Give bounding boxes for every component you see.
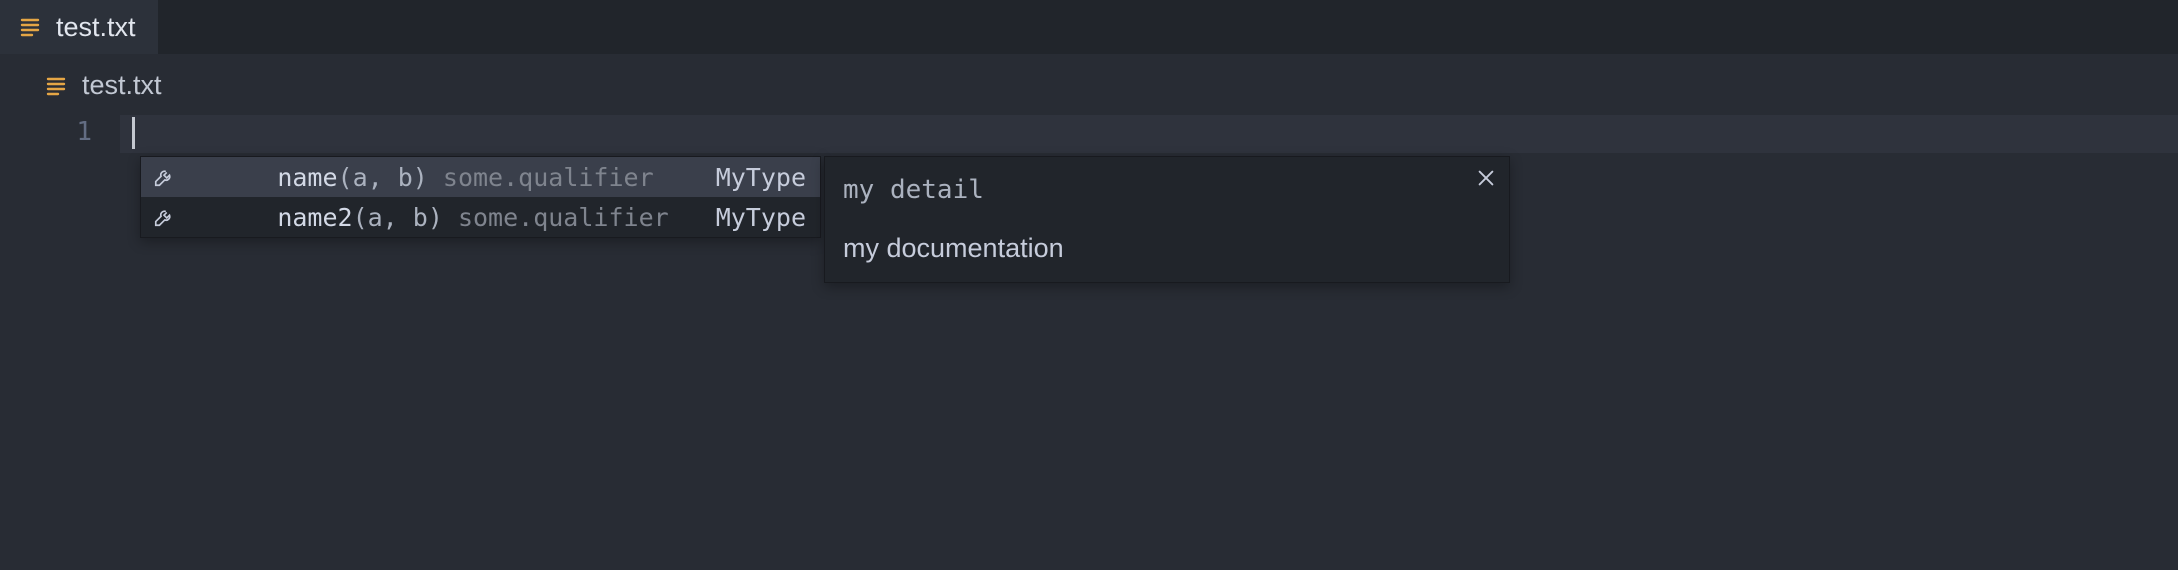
- suggestion-list[interactable]: name(a, b) some.qualifier MyType name2(a…: [140, 156, 821, 238]
- close-button[interactable]: [1475, 167, 1497, 189]
- breadcrumb[interactable]: test.txt: [0, 54, 2178, 115]
- suggestion-type: MyType: [716, 163, 806, 192]
- wrench-icon: [153, 166, 175, 188]
- suggestion-details: my detail my documentation: [824, 156, 1510, 283]
- line-number: 1: [0, 117, 92, 147]
- gutter: 1: [0, 115, 120, 147]
- file-text-icon: [18, 15, 42, 39]
- suggestion-detail-text: my detail: [843, 169, 1491, 205]
- close-icon: [1475, 167, 1497, 189]
- tab-title: test.txt: [56, 12, 136, 43]
- suggestion-label: name2(a, b) some.qualifier: [187, 174, 669, 261]
- wrench-icon: [153, 206, 175, 228]
- suggestion-item[interactable]: name2(a, b) some.qualifier MyType: [141, 197, 820, 237]
- suggestion-type: MyType: [716, 203, 806, 232]
- tab-bar: test.txt: [0, 0, 2178, 54]
- suggestion-documentation: my documentation: [843, 233, 1491, 264]
- breadcrumb-title: test.txt: [82, 70, 162, 101]
- tab-active[interactable]: test.txt: [0, 0, 158, 54]
- text-cursor: [132, 117, 135, 149]
- file-text-icon: [44, 74, 68, 98]
